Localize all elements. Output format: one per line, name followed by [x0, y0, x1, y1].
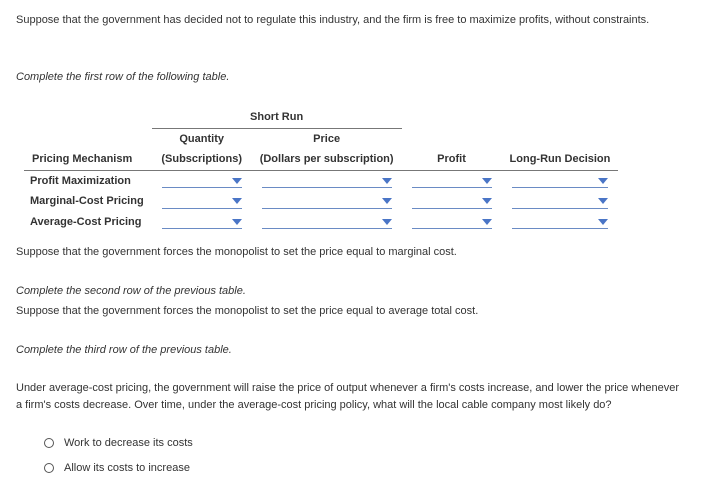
- table-row: Marginal-Cost Pricing: [24, 191, 618, 212]
- chevron-down-icon: [232, 219, 242, 225]
- chevron-down-icon: [232, 198, 242, 204]
- intro-paragraph: Suppose that the government has decided …: [16, 12, 686, 29]
- dropdown-quantity-row2[interactable]: [162, 195, 242, 209]
- mechanism-header: Pricing Mechanism: [24, 149, 152, 170]
- radio-label: Allow its costs to increase: [64, 460, 190, 477]
- chevron-down-icon: [598, 219, 608, 225]
- quantity-header-1: Quantity: [152, 128, 252, 149]
- chevron-down-icon: [382, 219, 392, 225]
- price-header-2: (Dollars per subscription): [252, 149, 402, 170]
- dropdown-longrun-row3[interactable]: [512, 215, 609, 229]
- chevron-down-icon: [482, 178, 492, 184]
- table-row: Average-Cost Pricing: [24, 212, 618, 233]
- instruction-3: Complete the third row of the previous t…: [16, 342, 686, 359]
- radio-option-allow-increase[interactable]: Allow its costs to increase: [44, 460, 686, 477]
- dropdown-profit-row3[interactable]: [412, 215, 492, 229]
- chevron-down-icon: [598, 178, 608, 184]
- dropdown-quantity-row1[interactable]: [162, 174, 242, 188]
- radio-label: Work to decrease its costs: [64, 435, 193, 452]
- chevron-down-icon: [382, 198, 392, 204]
- table-row: Profit Maximization: [24, 170, 618, 191]
- row-label-average-cost: Average-Cost Pricing: [24, 212, 152, 233]
- chevron-down-icon: [482, 219, 492, 225]
- quantity-header-2: (Subscriptions): [152, 149, 252, 170]
- long-run-header: Long-Run Decision: [502, 149, 619, 170]
- row-label-profit-max: Profit Maximization: [24, 170, 152, 191]
- chevron-down-icon: [482, 198, 492, 204]
- pricing-table: Short Run Quantity Price Pricing Mechani…: [24, 107, 618, 232]
- instruction-1: Complete the first row of the following …: [16, 69, 686, 86]
- paragraph-average-cost: Suppose that the government forces the m…: [16, 303, 686, 320]
- radio-group: Work to decrease its costs Allow its cos…: [44, 435, 686, 476]
- row-label-marginal-cost: Marginal-Cost Pricing: [24, 191, 152, 212]
- dropdown-price-row3[interactable]: [262, 215, 392, 229]
- chevron-down-icon: [382, 178, 392, 184]
- chevron-down-icon: [598, 198, 608, 204]
- profit-header: Profit: [402, 149, 502, 170]
- dropdown-quantity-row3[interactable]: [162, 215, 242, 229]
- radio-icon: [44, 438, 54, 448]
- chevron-down-icon: [232, 178, 242, 184]
- dropdown-profit-row2[interactable]: [412, 195, 492, 209]
- dropdown-profit-row1[interactable]: [412, 174, 492, 188]
- dropdown-longrun-row2[interactable]: [512, 195, 609, 209]
- paragraph-marginal-cost: Suppose that the government forces the m…: [16, 244, 686, 261]
- radio-icon: [44, 463, 54, 473]
- dropdown-price-row2[interactable]: [262, 195, 392, 209]
- instruction-2: Complete the second row of the previous …: [16, 283, 686, 300]
- price-header-1: Price: [252, 128, 402, 149]
- paragraph-under-avg: Under average-cost pricing, the governme…: [16, 380, 686, 413]
- radio-option-decrease-costs[interactable]: Work to decrease its costs: [44, 435, 686, 452]
- dropdown-longrun-row1[interactable]: [512, 174, 609, 188]
- dropdown-price-row1[interactable]: [262, 174, 392, 188]
- short-run-header: Short Run: [152, 107, 402, 128]
